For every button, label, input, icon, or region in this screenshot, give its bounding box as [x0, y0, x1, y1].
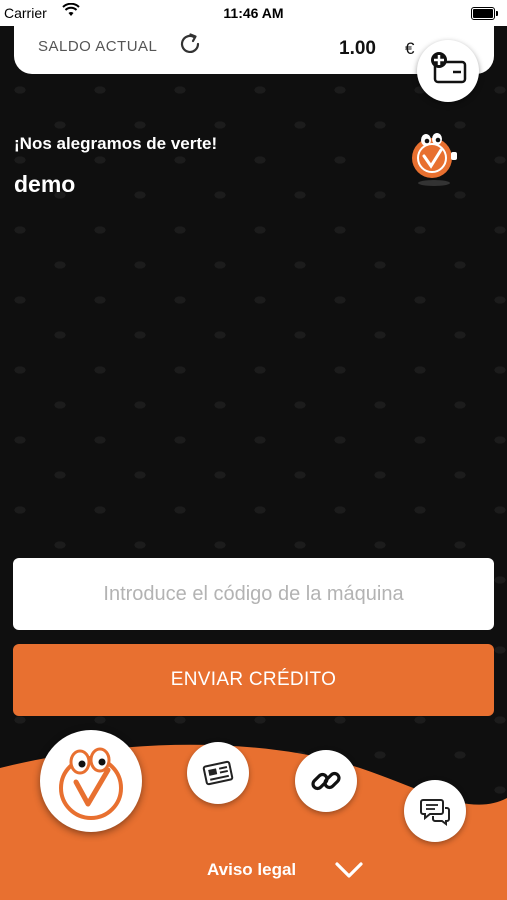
chat-icon	[420, 799, 450, 826]
chevron-down-icon[interactable]	[333, 858, 365, 882]
add-card-icon	[431, 52, 467, 84]
mascot-icon	[59, 747, 123, 820]
home-mascot-button[interactable]	[40, 730, 142, 832]
chat-button[interactable]	[404, 780, 466, 842]
add-credit-button[interactable]	[417, 40, 479, 102]
refresh-icon[interactable]	[176, 30, 204, 58]
mascot-icon	[412, 133, 457, 186]
news-button[interactable]	[187, 742, 249, 804]
balance-amount: 1.00	[339, 38, 376, 59]
username: demo	[14, 171, 76, 197]
clock: 11:46 AM	[223, 5, 284, 21]
balance-currency: €	[405, 39, 415, 58]
legal-notice-link[interactable]: Aviso legal	[207, 860, 296, 880]
news-icon	[202, 760, 234, 786]
battery-icon	[471, 7, 498, 20]
link-button[interactable]	[295, 750, 357, 812]
balance-label: SALDO ACTUAL	[38, 38, 158, 55]
status-bar: Carrier 11:46 AM	[0, 0, 507, 26]
link-icon	[311, 771, 341, 791]
send-credit-button[interactable]: ENVIAR CRÉDITO	[13, 644, 494, 716]
welcome-message: ¡Nos alegramos de verte!	[14, 134, 218, 153]
machine-code-input[interactable]	[13, 558, 494, 630]
